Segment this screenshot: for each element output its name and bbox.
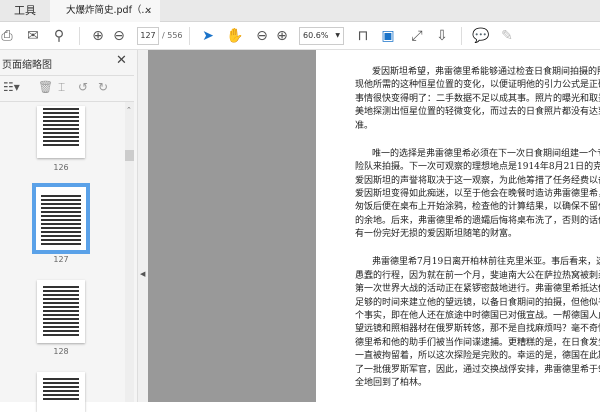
panel-title: 页面缩略图: [2, 60, 52, 71]
text-line: 个事实，即在他人还在旅途中时德国已对俄宣战。一帮德国人此时: [355, 311, 600, 321]
text-line: 匆饭后便在桌布上开始涂鸦，检查他的计算结果，以确保不留任何: [355, 202, 600, 212]
page-total: / 556: [162, 31, 183, 40]
next-page-icon[interactable]: ⊖: [110, 26, 128, 46]
text-line: 事情很快变得明了：二手数据不足以成其事。照片的曝光和取景必: [355, 94, 600, 104]
rotate-left-icon[interactable]: ↺: [78, 80, 88, 94]
text-line: 了一批俄罗斯军官，因此，通过交换战俘安排，弗雷德里希于9月: [355, 365, 600, 375]
close-panel-icon[interactable]: ✕: [116, 53, 127, 68]
document-page: 爱因斯坦希望，弗雷德里希能够通过检查日食期间拍摄的照片 现他所需的这种恒星位置的…: [316, 50, 600, 402]
extract-icon[interactable]: ⌶: [58, 80, 65, 95]
text-line: 现他所需的这种恒星位置的变化，以便证明他的引力公式是正确的: [355, 80, 600, 90]
full-screen-icon[interactable]: ⤢: [409, 26, 425, 46]
thumbnail-label: 127: [53, 255, 69, 264]
tab-tools[interactable]: 工具: [0, 0, 50, 22]
text-line: 准。: [355, 121, 374, 131]
select-tool-icon[interactable]: ➤: [200, 26, 216, 46]
text-line: 愚蠢的行程，因为就在前一个月，斐迪南大公在萨拉热窝被刺杀。: [355, 271, 600, 281]
document-background: [148, 50, 316, 402]
text-line: 弗雷德里希7月19日离开柏林前往克里米亚。事后看来，这是: [372, 257, 600, 267]
text-line: 唯一的选择是弗雷德里希必须在下一次日食期间组建一个专门: [372, 149, 600, 159]
thumbnail-label: 126: [53, 163, 69, 172]
text-line: 有一份完好无损的爱因斯坦随笔的财富。: [355, 229, 518, 239]
page-thumbnail[interactable]: [37, 372, 85, 412]
page-number-input[interactable]: 127: [137, 27, 159, 45]
rotate-right-icon[interactable]: ↻: [98, 80, 108, 94]
collapse-panel-icon[interactable]: ◀: [140, 270, 145, 278]
chevron-down-icon: ▼: [335, 32, 340, 39]
previous-page-icon[interactable]: ⊕: [89, 26, 107, 46]
text-line: 德里希和他的助手们被当作间谍逮捕。更糟糕的是，在日食发生前: [355, 338, 600, 348]
text-line: 险队来拍摄。下一次可观察的理想地点是1914年8月21日的克里米: [355, 162, 600, 172]
scrollbar-thumb[interactable]: [125, 150, 134, 161]
scroll-up-icon[interactable]: ⌃: [126, 106, 132, 114]
toolbar: ⎙ ✉ ⚲ ⊕ ⊖ 127 / 556 ➤ ✋ ⊖ ⊕ 60.6% ▼ ⊓ ▣ ⤢…: [0, 22, 600, 50]
zoom-select[interactable]: 60.6% ▼: [299, 27, 344, 45]
thumbnail-label: 128: [53, 347, 69, 356]
close-tab-icon[interactable]: ×: [144, 0, 152, 22]
fit-page-icon[interactable]: ▣: [380, 26, 396, 46]
thumbnails-panel: 页面缩略图 ✕ ☷▾ 🗑 ⌶ ↺ ↻ 126 127 128 ⌃: [0, 50, 138, 412]
zoom-out-icon[interactable]: ⊖: [253, 26, 271, 46]
tab-document[interactable]: 大爆炸简史.pdf（... ×: [50, 0, 160, 23]
text-line: 的余地。后来，弗雷德里希的遗孀后悔将桌布洗了，否则的话他们: [355, 216, 600, 226]
page-thumbnail[interactable]: [37, 280, 85, 343]
panel-splitter[interactable]: ◀: [138, 50, 148, 402]
comment-icon[interactable]: 💬: [472, 26, 489, 46]
text-line: 爱因斯坦的声誉将取决于这一观察，为此他筹措了任务经费以备急: [355, 176, 600, 186]
tab-bar: 工具 大爆炸简史.pdf（... ×: [0, 0, 600, 23]
text-line: 美地探测出恒星位置的轻微变化，而过去的日食照片都没有达到这: [355, 107, 600, 117]
options-menu-icon[interactable]: ☷▾: [3, 80, 20, 94]
text-line: 爱因斯坦变得如此痴迷，以至于他会在晚餐时造访弗雷德里希，再: [355, 189, 600, 199]
text-line: 第一次世界大战的活动正在紧锣密鼓地进行。弗雷德里希抵达俄国: [355, 284, 600, 294]
text-line: 足够的时间来建立他的望远镜，以备日食期间的拍摄，但他似乎忘: [355, 298, 600, 308]
zoom-value: 60.6%: [303, 31, 329, 40]
fit-width-icon[interactable]: ⊓: [355, 26, 371, 46]
zoom-in-icon[interactable]: ⊕: [273, 26, 291, 46]
scroll-mode-icon[interactable]: ⇩: [434, 26, 450, 46]
text-line: 全地回到了柏林。: [355, 378, 428, 388]
text-line: 一直被拘留着，所以这次探险是完败的。幸运的是，德国在此期间: [355, 351, 600, 361]
thumbnail-scrollbar[interactable]: ⌃: [125, 102, 134, 402]
hand-tool-icon[interactable]: ✋: [226, 26, 244, 46]
email-icon[interactable]: ✉: [24, 26, 42, 46]
delete-icon[interactable]: 🗑: [38, 80, 53, 94]
page-thumbnail-selected[interactable]: [32, 183, 90, 254]
tab-document-title: 大爆炸简史.pdf（...: [66, 5, 151, 16]
print-icon[interactable]: ⎙: [0, 26, 14, 46]
text-line: 望远镜和照相器材在俄罗斯转悠，那不是自找麻烦吗？毫不奇怪，: [355, 324, 600, 334]
pen-icon[interactable]: ✎: [499, 26, 515, 46]
page-thumbnail[interactable]: [37, 106, 85, 158]
text-line: 爱因斯坦希望，弗雷德里希能够通过检查日食期间拍摄的照片: [372, 67, 600, 77]
search-icon[interactable]: ⚲: [50, 26, 68, 46]
